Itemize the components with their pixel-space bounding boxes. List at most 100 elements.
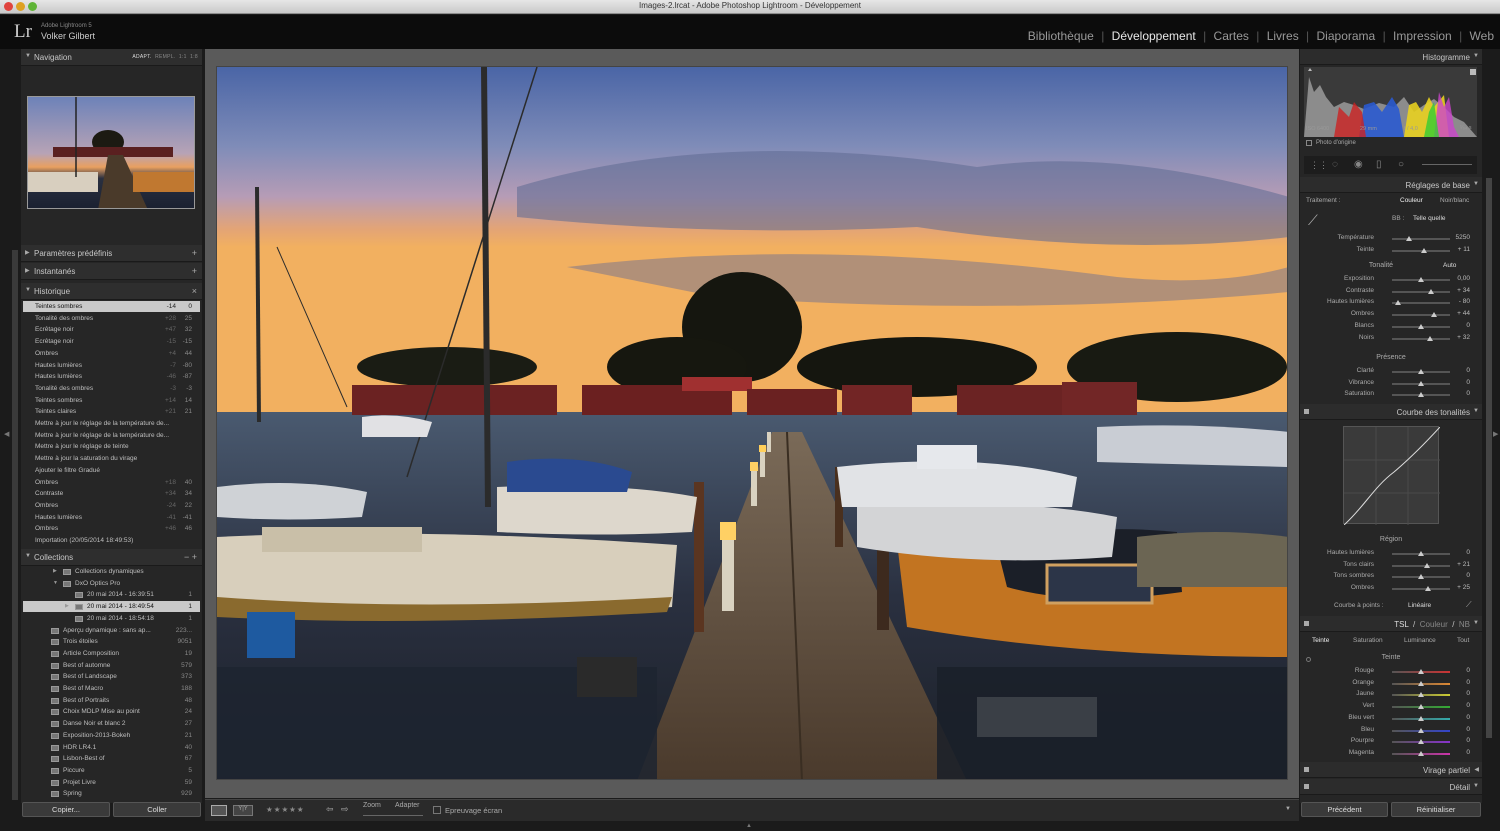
clear-history-icon[interactable]: ×: [192, 286, 197, 296]
hsl-title-bw[interactable]: NB: [1459, 620, 1470, 629]
targeted-adjustment-icon[interactable]: [1306, 657, 1311, 662]
histogram-graph[interactable]: [1304, 67, 1477, 137]
collection-item[interactable]: Best of Portraits 48: [23, 695, 200, 706]
slider-value[interactable]: 0: [1466, 726, 1470, 733]
adjustment-slider[interactable]: Ombres + 25: [1302, 582, 1478, 594]
slider-knob[interactable]: [1427, 335, 1434, 341]
adjustment-slider[interactable]: Bleu vert 0: [1302, 712, 1478, 724]
slider-track[interactable]: [1392, 715, 1450, 721]
slider-knob[interactable]: [1423, 562, 1430, 568]
collection-item[interactable]: Best of automne 579: [23, 660, 200, 671]
collection-item[interactable]: Aperçu dynamique : sans ap... 223...: [23, 625, 200, 636]
split-toning-header[interactable]: Virage partiel ◀: [1300, 762, 1482, 778]
history-item[interactable]: Mettre à jour le réglage de la températu…: [23, 430, 200, 441]
next-arrow-icon[interactable]: ⇨: [341, 804, 349, 815]
slider-value[interactable]: 0: [1466, 702, 1470, 709]
collection-item[interactable]: Spring 929: [23, 788, 200, 799]
module-slideshow[interactable]: Diaporama: [1317, 29, 1376, 43]
tone-curve-header[interactable]: Courbe des tonalités ▼: [1300, 404, 1482, 420]
slider-value[interactable]: + 11: [1458, 246, 1470, 253]
basic-header[interactable]: Réglages de base ▼: [1300, 177, 1482, 193]
history-item[interactable]: Ajouter le filtre Gradué: [23, 465, 200, 476]
slider-knob[interactable]: [1418, 277, 1424, 282]
history-item[interactable]: Tonalité des ombres -3 -3: [23, 383, 200, 394]
collection-item[interactable]: ▶ Collections dynamiques: [23, 566, 200, 577]
history-item[interactable]: Ecrêtage noir +47 32: [23, 324, 200, 335]
reset-button[interactable]: Réinitialiser: [1391, 802, 1481, 817]
slider-knob[interactable]: [1418, 704, 1424, 710]
zoom-fill-option[interactable]: REMPL.: [155, 54, 175, 60]
slider-value[interactable]: 0: [1466, 737, 1470, 744]
adjustment-slider[interactable]: Jaune 0: [1302, 688, 1478, 700]
slider-track[interactable]: [1392, 236, 1450, 241]
slider-knob[interactable]: [1418, 727, 1424, 733]
add-preset-icon[interactable]: +: [192, 248, 197, 258]
slider-value[interactable]: 0: [1466, 572, 1470, 579]
collection-item[interactable]: Exposition-2013-Bokeh 21: [23, 730, 200, 741]
right-panel-toggle-icon[interactable]: ▶: [1493, 430, 1498, 438]
slider-track[interactable]: [1392, 669, 1450, 674]
slider-value[interactable]: 0: [1466, 714, 1470, 721]
slider-track[interactable]: [1392, 392, 1450, 398]
treatment-bw-option[interactable]: Noir/blanc: [1440, 197, 1469, 204]
spot-removal-icon[interactable]: ◌: [1332, 159, 1338, 170]
point-curve-dropdown[interactable]: Linéaire: [1408, 602, 1431, 609]
slider-value[interactable]: 0: [1466, 667, 1470, 674]
left-panel-toggle-icon[interactable]: ◀: [4, 430, 9, 438]
detail-header[interactable]: Détail ▼: [1300, 779, 1482, 795]
slider-knob[interactable]: [1418, 369, 1424, 374]
slider-track[interactable]: [1392, 562, 1450, 568]
copy-settings-button[interactable]: Copier...: [22, 802, 110, 817]
zoom-1-1-option[interactable]: 1:1: [179, 54, 187, 60]
slider-knob[interactable]: [1418, 739, 1424, 745]
red-eye-icon[interactable]: ◉: [1354, 159, 1363, 170]
collection-item[interactable]: Article Composition 19: [23, 648, 200, 659]
adjustment-slider[interactable]: Hautes lumières - 80: [1302, 296, 1478, 308]
slider-knob[interactable]: [1418, 715, 1424, 721]
history-item[interactable]: Ecrêtage noir -15 -15: [23, 336, 200, 347]
slider-knob[interactable]: [1418, 750, 1424, 756]
slider-knob[interactable]: [1427, 288, 1434, 294]
presets-header[interactable]: ▶ Paramètres prédéfinis +: [21, 245, 202, 262]
wb-dropdown[interactable]: Telle quelle: [1413, 215, 1446, 222]
zoom-slider[interactable]: [363, 815, 423, 816]
adjustment-slider[interactable]: Ombres + 44: [1302, 308, 1478, 320]
adjustment-slider[interactable]: Pourpre 0: [1302, 735, 1478, 747]
adjustment-slider[interactable]: Tons sombres 0: [1302, 570, 1478, 582]
module-web[interactable]: Web: [1470, 29, 1494, 43]
history-item[interactable]: Mettre à jour la saturation du virage: [23, 453, 200, 464]
history-item[interactable]: Tonalité des ombres +28 25: [23, 313, 200, 324]
hsl-tab-saturation[interactable]: Saturation: [1353, 637, 1383, 644]
history-item[interactable]: Hautes lumières -46 -87: [23, 371, 200, 382]
disclosure-triangle-icon[interactable]: ▼: [53, 580, 58, 586]
slider-value[interactable]: + 34: [1457, 287, 1470, 294]
collection-item[interactable]: ▶ 20 mai 2014 - 18:49:54 1: [23, 601, 200, 613]
history-item[interactable]: Mettre à jour le réglage de teinte: [23, 441, 200, 452]
add-snapshot-icon[interactable]: +: [192, 266, 197, 276]
module-library[interactable]: Bibliothèque: [1028, 29, 1094, 43]
left-panel-scrollbar[interactable]: [12, 250, 18, 800]
history-item[interactable]: Teintes sombres +14 14: [23, 395, 200, 406]
collection-item[interactable]: Trois étoiles 9051: [23, 636, 200, 647]
slider-value[interactable]: 0: [1466, 749, 1470, 756]
slider-track[interactable]: [1392, 247, 1450, 253]
slider-knob[interactable]: [1406, 236, 1413, 241]
graduated-filter-icon[interactable]: ▯: [1376, 159, 1382, 170]
slider-track[interactable]: [1392, 369, 1450, 374]
slider-value[interactable]: + 25: [1457, 584, 1470, 591]
tone-curve-graph[interactable]: [1343, 426, 1441, 526]
crop-tool-icon[interactable]: ⋮⋮: [1310, 160, 1328, 171]
module-print[interactable]: Impression: [1393, 29, 1452, 43]
slider-track[interactable]: [1392, 680, 1450, 686]
slider-value[interactable]: + 44: [1457, 310, 1470, 317]
adjustment-slider[interactable]: Clarté 0: [1302, 365, 1478, 377]
adjustment-slider[interactable]: Vert 0: [1302, 700, 1478, 712]
module-map[interactable]: Cartes: [1214, 29, 1249, 43]
slider-knob[interactable]: [1420, 247, 1427, 253]
navigator-header[interactable]: ▼ Navigation ADAPT. REMPL. 1:1 1:8: [21, 49, 202, 66]
toolbar-menu-icon[interactable]: ▼: [1285, 806, 1291, 812]
adjustment-brush-icon[interactable]: [1422, 164, 1472, 165]
module-develop[interactable]: Développement: [1112, 29, 1196, 43]
collection-item[interactable]: 20 mai 2014 - 16:39:51 1: [23, 589, 200, 600]
history-item[interactable]: Mettre à jour le réglage de la températu…: [23, 418, 200, 429]
